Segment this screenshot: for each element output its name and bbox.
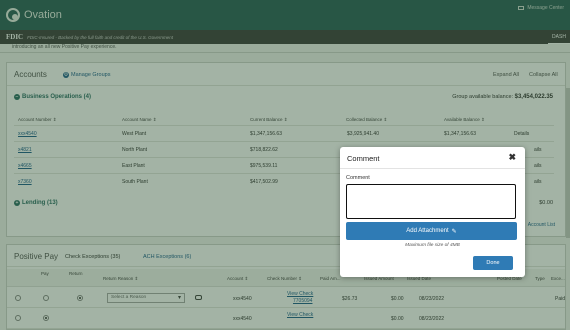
paperclip-icon: ✎: [451, 228, 457, 235]
done-button[interactable]: Done: [473, 256, 513, 270]
comment-modal: Comment ✖ Comment Add Attachment ✎ Maxim…: [340, 147, 525, 277]
close-icon[interactable]: ✖: [508, 152, 516, 163]
add-attachment-button[interactable]: Add Attachment ✎: [346, 222, 517, 240]
max-file-size-note: Maximum file size of 4MB: [405, 243, 460, 248]
divider: [340, 168, 525, 169]
modal-title: Comment: [347, 154, 380, 163]
add-attachment-label: Add Attachment: [406, 228, 449, 234]
comment-label: Comment: [346, 175, 370, 181]
comment-textarea[interactable]: [346, 184, 516, 219]
